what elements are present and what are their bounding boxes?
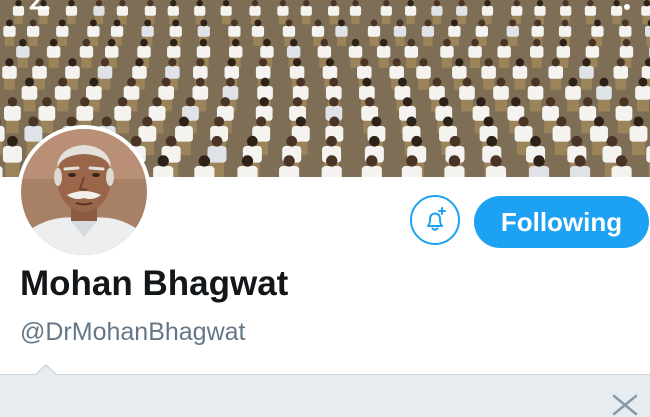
close-icon[interactable] — [612, 394, 638, 416]
following-button[interactable]: Following — [474, 196, 649, 248]
user-handle: @DrMohanBhagwat — [20, 318, 246, 346]
suggestions-panel — [0, 374, 650, 417]
avatar-image — [21, 129, 147, 255]
avatar[interactable] — [17, 125, 151, 259]
panel-caret-fill — [35, 366, 57, 376]
back-arrow-icon[interactable] — [28, 0, 50, 10]
more-options-icon[interactable] — [620, 0, 634, 14]
display-name: Mohan Bhagwat — [20, 264, 289, 303]
bell-plus-icon — [427, 207, 446, 231]
notifications-button[interactable] — [410, 195, 460, 245]
